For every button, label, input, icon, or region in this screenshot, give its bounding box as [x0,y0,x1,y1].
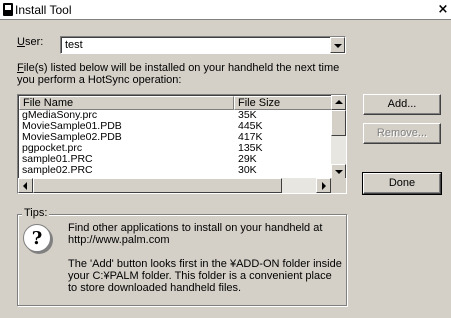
title-bar: Install Tool × [0,0,451,20]
vertical-scrollbar[interactable] [331,95,346,179]
scrollbar-corner [331,178,346,193]
add-button[interactable]: Add... [363,94,441,115]
vertical-scroll-thumb[interactable] [331,110,346,136]
window-title: Install Tool [15,3,72,17]
arrow-right-icon [322,182,326,190]
horizontal-scroll-thumb[interactable] [33,178,282,193]
tip-paragraph-2: The 'Add' button looks first in the ¥ADD… [68,258,342,294]
tip-paragraph-1: Find other applications to install on yo… [68,222,323,246]
file-size: 30K [238,164,257,176]
add-button-label: Add... [387,98,417,110]
user-label-text: ser: [24,36,44,48]
user-select-arrow[interactable] [330,37,345,53]
file-name: sample01.PRC [22,154,93,165]
close-button[interactable]: × [437,2,449,17]
column-header-file-name[interactable]: File Name [19,96,234,110]
file-name: MovieSample01.PDB [22,121,122,132]
description-mnemonic: F [17,62,24,74]
user-label: User: [17,36,43,48]
file-name: sample02.PRC [22,165,93,176]
list-item[interactable]: sample02.PRC 30K [19,165,332,176]
arrow-left-icon [23,182,27,190]
list-item[interactable]: MovieSample01.PDB 445K [19,121,332,132]
user-select-value: test [65,39,83,51]
user-label-mnemonic: U [17,36,25,48]
scroll-up-button[interactable] [331,95,346,110]
app-icon [3,3,13,16]
done-button-label: Done [388,177,416,189]
tips-text: Find other applications to install on yo… [68,222,343,306]
description-text: ile(s) listed below will be installed on… [17,62,340,86]
scroll-left-button[interactable] [18,178,33,193]
remove-button-label: Remove... [376,127,428,139]
remove-button[interactable]: Remove... [363,123,441,144]
install-description: File(s) listed below will be installed o… [17,62,357,86]
file-name: MovieSample02.PDB [22,132,122,143]
user-select[interactable]: test [60,36,346,54]
file-name: gMediaSony.prc [22,110,98,121]
list-item[interactable]: sample01.PRC 29K [19,154,332,165]
list-item[interactable]: MovieSample02.PDB 417K [19,132,332,143]
scroll-right-button[interactable] [316,178,331,193]
file-list-body: gMediaSony.prc 35K MovieSample01.PDB 445K … [19,110,332,176]
file-list[interactable]: File Name File Size gMediaSony.prc 35K Mo… [17,94,347,194]
arrow-down-icon [335,170,343,174]
file-list-header: File Name File Size [19,96,332,110]
horizontal-scrollbar[interactable] [18,178,331,193]
list-item[interactable]: gMediaSony.prc 35K [19,110,332,121]
file-name: pgpocket.prc [22,143,83,154]
question-icon: ? [23,224,51,252]
column-header-file-size[interactable]: File Size [234,96,332,110]
tips-label: Tips: [22,207,50,219]
chevron-down-icon [334,44,342,48]
done-button[interactable]: Done [362,172,442,195]
arrow-up-icon [335,100,343,104]
list-item[interactable]: pgpocket.prc 135K [19,143,332,154]
scroll-down-button[interactable] [331,164,346,179]
